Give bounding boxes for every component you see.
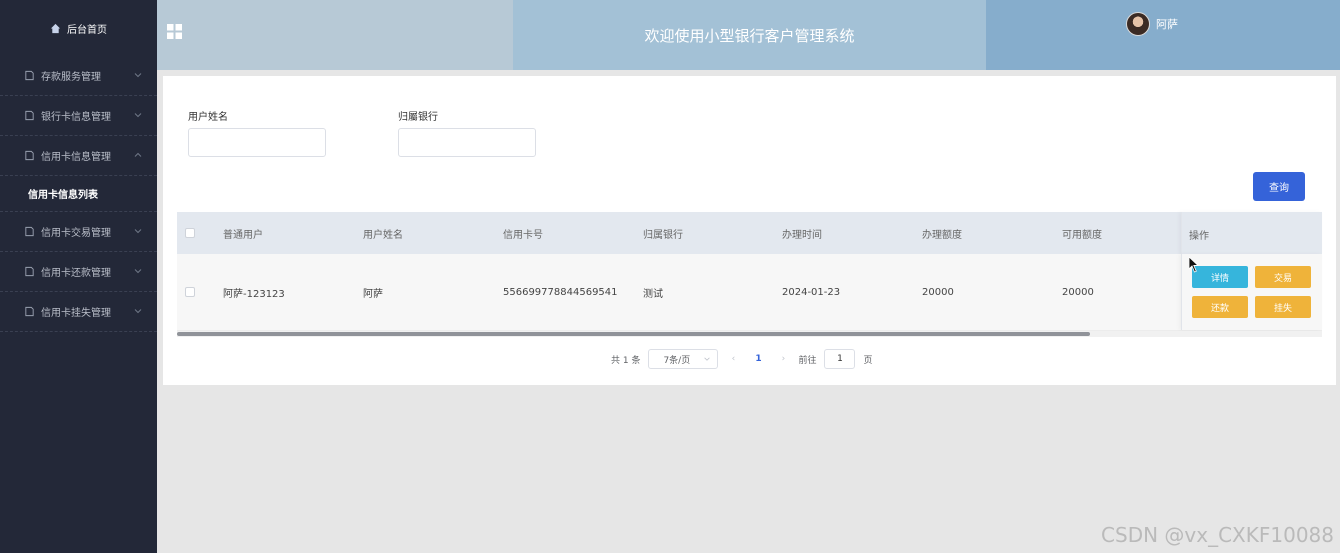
pagination-total: 共 1 条 bbox=[611, 355, 641, 366]
username: 阿萨 bbox=[1156, 18, 1178, 31]
trade-button[interactable]: 交易 bbox=[1255, 266, 1311, 288]
watermark: CSDN @vx_CXKF10088 bbox=[1101, 523, 1334, 547]
user-menu[interactable]: 阿萨 bbox=[1126, 12, 1178, 36]
sidebar-home[interactable]: 后台首页 bbox=[0, 0, 157, 56]
sidebar-subitem-credit-card-list[interactable]: 信用卡信息列表 bbox=[0, 176, 157, 212]
bank-filter-input[interactable] bbox=[398, 128, 536, 157]
sidebar-item-credit-lost[interactable]: 信用卡挂失管理 bbox=[0, 292, 157, 332]
chevron-down-icon bbox=[134, 229, 142, 234]
column-header: 办理额度 bbox=[922, 229, 962, 241]
sidebar-item-deposit[interactable]: 存款服务管理 bbox=[0, 56, 157, 96]
next-page-button[interactable]: › bbox=[776, 354, 790, 364]
top-header: 欢迎使用小型银行客户管理系统 阿萨 bbox=[157, 0, 1340, 70]
document-icon bbox=[24, 266, 35, 277]
goto-page-input[interactable]: 1 bbox=[824, 349, 856, 369]
select-all-checkbox[interactable] bbox=[185, 228, 195, 238]
sidebar-item-credit-card[interactable]: 信用卡信息管理 bbox=[0, 136, 157, 176]
cell-date: 2024-01-23 bbox=[782, 286, 841, 298]
table-header: 普通用户 用户姓名 信用卡号 归属银行 办理时间 办理额度 可用额度 操作 bbox=[177, 212, 1322, 254]
grid-menu-icon[interactable] bbox=[167, 24, 182, 39]
chevron-down-icon bbox=[134, 113, 142, 118]
pagination: 共 1 条 7条/页 ‹ 1 › 前往 1 页 bbox=[611, 349, 872, 369]
report-lost-button[interactable]: 挂失 bbox=[1255, 296, 1311, 318]
column-header: 操作 bbox=[1189, 231, 1209, 242]
sidebar-item-label: 信用卡交易管理 bbox=[41, 228, 111, 239]
column-header: 办理时间 bbox=[782, 229, 822, 241]
sidebar-home-label: 后台首页 bbox=[67, 24, 107, 36]
bank-filter-label: 归屬银行 bbox=[398, 112, 438, 123]
chevron-up-icon bbox=[134, 152, 142, 157]
sidebar-item-bank-card[interactable]: 银行卡信息管理 bbox=[0, 96, 157, 136]
search-button[interactable]: 查询 bbox=[1253, 172, 1305, 201]
column-header: 信用卡号 bbox=[503, 229, 543, 241]
column-header: 用户姓名 bbox=[363, 229, 403, 241]
header-right: 阿萨 bbox=[986, 0, 1340, 70]
chevron-down-icon bbox=[134, 73, 142, 78]
document-icon bbox=[24, 226, 35, 237]
header-title: 欢迎使用小型银行客户管理系统 bbox=[513, 0, 986, 70]
table-row[interactable]: 阿萨-123123 阿萨 556699778844569541 测试 2024-… bbox=[177, 254, 1322, 331]
name-filter-input[interactable] bbox=[188, 128, 326, 157]
row-checkbox[interactable] bbox=[185, 287, 195, 297]
repay-button[interactable]: 还款 bbox=[1192, 296, 1248, 318]
document-icon bbox=[24, 306, 35, 317]
column-header: 普通用户 bbox=[223, 229, 263, 241]
ops-cell: 详情 交易 还款 挂失 bbox=[1181, 254, 1322, 330]
column-header: 归属银行 bbox=[643, 229, 683, 241]
scrollbar-thumb[interactable] bbox=[177, 332, 1090, 336]
name-filter-label: 用户姓名 bbox=[188, 112, 228, 123]
cell-available: 20000 bbox=[1062, 286, 1094, 298]
document-icon bbox=[24, 70, 35, 81]
horizontal-scrollbar[interactable] bbox=[177, 331, 1322, 337]
cell-card-no: 556699778844569541 bbox=[503, 286, 618, 298]
sidebar-item-label: 信用卡信息管理 bbox=[41, 152, 111, 163]
main-panel: 用户姓名 归屬银行 查询 普通用户 用户姓名 信用卡号 归属银行 办理时间 办理… bbox=[163, 76, 1336, 385]
credit-card-table: 普通用户 用户姓名 信用卡号 归属银行 办理时间 办理额度 可用额度 操作 阿萨… bbox=[177, 212, 1322, 337]
sidebar-item-label: 存款服务管理 bbox=[41, 72, 101, 83]
page-size-value: 7条/页 bbox=[663, 355, 691, 366]
page-number-current[interactable]: 1 bbox=[748, 354, 768, 364]
goto-label: 前往 bbox=[798, 355, 817, 366]
sidebar: 后台首页 存款服务管理 银行卡信息管理 信用卡信息管理 信用卡信息列表 信用卡交… bbox=[0, 0, 157, 553]
cell-bank: 测试 bbox=[643, 288, 663, 300]
chevron-down-icon bbox=[134, 269, 142, 274]
header-left bbox=[157, 0, 513, 70]
detail-button[interactable]: 详情 bbox=[1192, 266, 1248, 288]
document-icon bbox=[24, 110, 35, 121]
sidebar-item-credit-repay[interactable]: 信用卡还款管理 bbox=[0, 252, 157, 292]
chevron-down-icon bbox=[134, 309, 142, 314]
sidebar-item-label: 信用卡还款管理 bbox=[41, 268, 111, 279]
prev-page-button[interactable]: ‹ bbox=[726, 354, 740, 364]
sidebar-item-credit-trade[interactable]: 信用卡交易管理 bbox=[0, 212, 157, 252]
sidebar-item-label: 银行卡信息管理 bbox=[41, 112, 111, 123]
cell-limit: 20000 bbox=[922, 286, 954, 298]
document-icon bbox=[24, 150, 35, 161]
cell-user: 阿萨-123123 bbox=[223, 288, 285, 300]
goto-suffix: 页 bbox=[863, 355, 873, 366]
sidebar-item-label: 信用卡挂失管理 bbox=[41, 308, 111, 319]
avatar bbox=[1126, 12, 1150, 36]
mouse-cursor-icon bbox=[1189, 257, 1199, 273]
column-header: 可用额度 bbox=[1062, 229, 1102, 241]
chevron-down-icon bbox=[704, 357, 711, 361]
home-icon bbox=[50, 23, 61, 33]
cell-name: 阿萨 bbox=[363, 288, 383, 300]
ops-column-header: 操作 bbox=[1181, 212, 1322, 254]
page-size-select[interactable]: 7条/页 bbox=[648, 349, 719, 369]
